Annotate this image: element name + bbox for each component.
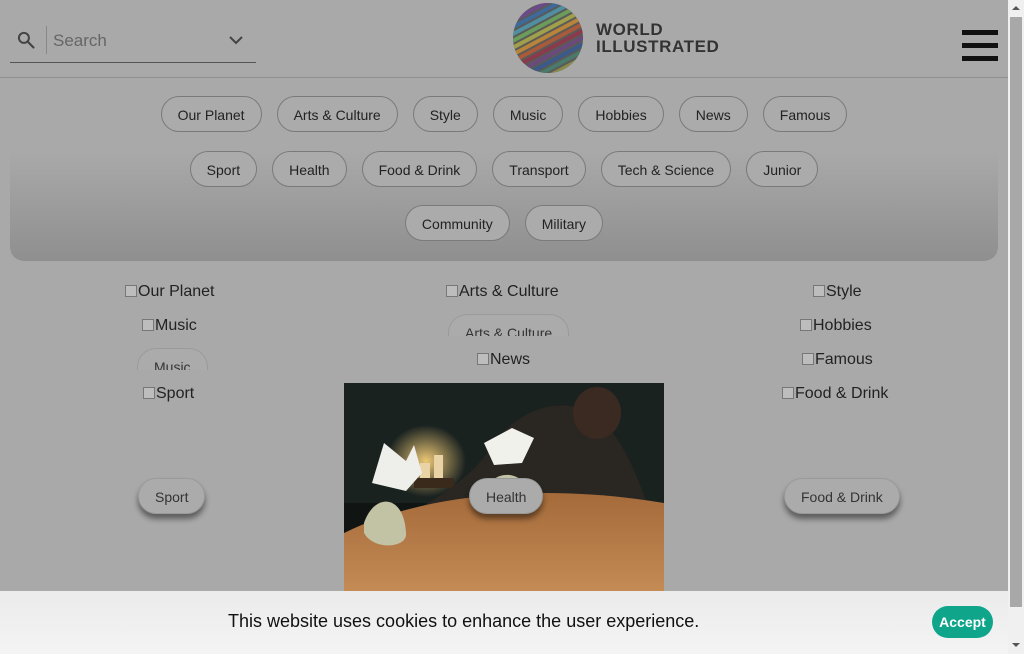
scroll-up-icon[interactable]	[1012, 4, 1020, 12]
cookie-banner: This website uses cookies to enhance the…	[0, 591, 1008, 654]
broken-image-icon	[125, 285, 137, 297]
broken-image-icon	[813, 285, 825, 297]
scrollbar-thumb[interactable]	[1010, 17, 1022, 607]
image-alt-text: Music	[155, 317, 197, 334]
category-pill-arts-culture[interactable]: Arts & Culture	[276, 96, 398, 132]
broken-image-icon	[800, 319, 812, 331]
category-image-food-drink[interactable]: Food & Drink	[782, 385, 888, 403]
broken-image-icon	[802, 353, 814, 365]
category-image-music[interactable]: Music	[142, 317, 197, 335]
hamburger-menu-icon[interactable]	[962, 30, 998, 62]
category-image-arts-culture[interactable]: Arts & Culture	[446, 283, 559, 301]
category-image-hobbies[interactable]: Hobbies	[800, 317, 872, 335]
category-row: Sport Health Food & Drink Transport Tech…	[10, 151, 998, 187]
image-alt-text: Arts & Culture	[459, 283, 559, 300]
category-pill-transport[interactable]: Transport	[492, 151, 586, 187]
category-pill-sport[interactable]: Sport	[189, 151, 258, 187]
logo-line-2: ILLUSTRATED	[596, 37, 720, 56]
image-alt-text: Sport	[156, 385, 195, 402]
food-drink-button[interactable]: Food & Drink	[784, 478, 900, 514]
search-divider	[46, 26, 47, 54]
category-row: Our Planet Arts & Culture Style Music Ho…	[10, 96, 998, 132]
category-image-famous[interactable]: Famous	[802, 351, 873, 369]
category-pill-community[interactable]: Community	[404, 205, 510, 241]
accept-cookies-button[interactable]: Accept	[932, 606, 993, 638]
category-nav: Our Planet Arts & Culture Style Music Ho…	[10, 78, 998, 261]
globe-logo-icon	[513, 3, 583, 73]
image-alt-text: Hobbies	[813, 317, 872, 334]
category-pill-military[interactable]: Military	[524, 205, 604, 241]
image-alt-text: Style	[826, 283, 862, 300]
category-image-news[interactable]: News	[477, 351, 530, 369]
arts-culture-button[interactable]: Arts & Culture	[448, 314, 570, 336]
category-image-our-planet[interactable]: Our Planet	[125, 283, 214, 301]
category-row: Community Military	[10, 205, 998, 241]
vertical-scrollbar[interactable]	[1008, 0, 1024, 654]
search-icon[interactable]	[16, 30, 36, 50]
category-image-style[interactable]: Style	[813, 283, 862, 301]
broken-image-icon	[782, 387, 794, 399]
broken-image-icon	[143, 387, 155, 399]
scroll-down-icon[interactable]	[1012, 641, 1020, 649]
category-pill-hobbies[interactable]: Hobbies	[578, 96, 664, 132]
category-pill-tech-science[interactable]: Tech & Science	[600, 151, 732, 187]
chevron-down-icon[interactable]	[228, 32, 244, 48]
cookie-message: This website uses cookies to enhance the…	[228, 611, 700, 631]
image-alt-text: News	[490, 351, 531, 368]
image-alt-text: Food & Drink	[795, 385, 889, 402]
search-bar	[10, 18, 256, 63]
category-pill-our-planet[interactable]: Our Planet	[160, 96, 262, 132]
health-button[interactable]: Health	[469, 478, 544, 514]
category-pill-music[interactable]: Music	[492, 96, 564, 132]
search-input[interactable]	[51, 26, 225, 56]
site-logo[interactable]: WORLD ILLUSTRATED	[512, 2, 719, 74]
category-pill-junior[interactable]: Junior	[746, 151, 819, 187]
logo-line-1: WORLD	[596, 20, 664, 39]
site-header: WORLD ILLUSTRATED	[0, 0, 1008, 78]
broken-image-icon	[446, 285, 458, 297]
logo-wordmark: WORLD ILLUSTRATED	[596, 21, 719, 55]
category-pill-style[interactable]: Style	[412, 96, 478, 132]
category-image-sport[interactable]: Sport	[143, 385, 194, 403]
category-pill-health[interactable]: Health	[272, 151, 347, 187]
category-pill-famous[interactable]: Famous	[762, 96, 848, 132]
image-alt-text: Our Planet	[138, 283, 215, 300]
sport-button[interactable]: Sport	[138, 478, 206, 514]
category-pill-food-drink[interactable]: Food & Drink	[361, 151, 478, 187]
music-button[interactable]: Music	[137, 348, 208, 370]
image-alt-text: Famous	[815, 351, 873, 368]
broken-image-icon	[142, 319, 154, 331]
category-pill-news[interactable]: News	[678, 96, 748, 132]
broken-image-icon	[477, 353, 489, 365]
